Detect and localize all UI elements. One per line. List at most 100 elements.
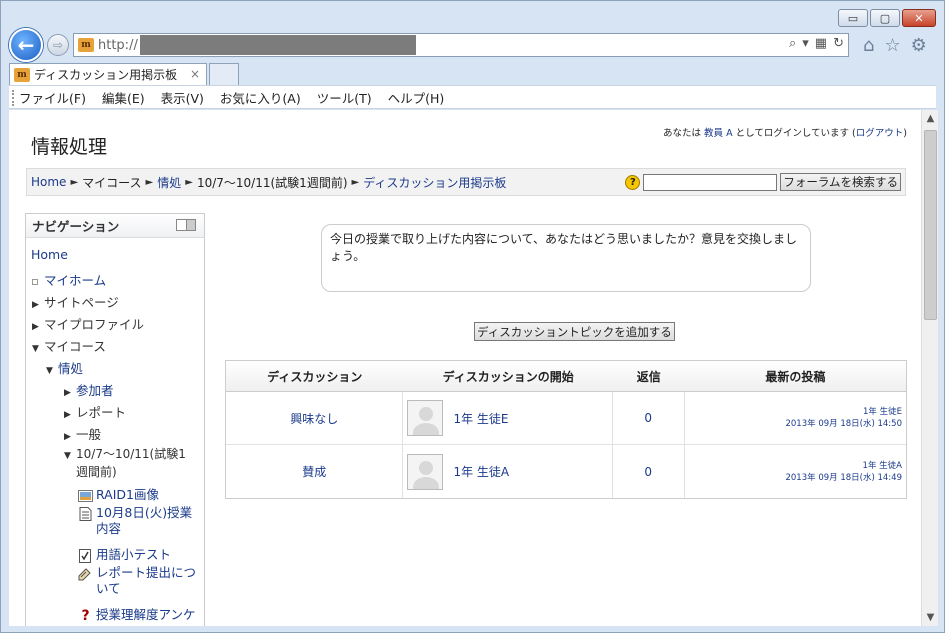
discussion-link[interactable]: 賛成 bbox=[226, 445, 404, 498]
menubar-grip bbox=[12, 90, 14, 106]
forward-arrow-icon: ⇨ bbox=[52, 38, 64, 52]
discussion-link[interactable]: 興味なし bbox=[226, 392, 404, 444]
forum-intro-line-1: 今日の授業で取り上げた内容について、あなたはどう思いましたか？意見を交換しまし bbox=[330, 232, 798, 246]
nav-course[interactable]: ▼ 情処 bbox=[46, 358, 83, 377]
search-icon[interactable]: ⌕ bbox=[789, 36, 796, 51]
breadcrumb-course[interactable]: 情処 bbox=[157, 174, 181, 191]
help-icon[interactable]: ? bbox=[625, 174, 641, 190]
compat-view-icon[interactable]: ▦ bbox=[815, 36, 827, 51]
collapse-triangle-icon: ▼ bbox=[32, 344, 39, 354]
nav-home[interactable]: Home bbox=[31, 247, 68, 262]
last-post-cell: 1年 生徒E 2013年 09月 18日(水) 14:50 bbox=[685, 392, 906, 444]
nav-my-home[interactable]: マイホーム bbox=[32, 270, 106, 289]
vertical-scrollbar[interactable]: ▲ ▼ bbox=[921, 110, 938, 626]
login-suffix: ) bbox=[903, 128, 907, 139]
document-icon bbox=[79, 506, 92, 521]
home-icon[interactable]: ⌂ bbox=[863, 35, 874, 56]
refresh-icon[interactable]: ↻ bbox=[833, 36, 844, 51]
nav-resource-raid[interactable]: RAID1画像 bbox=[78, 484, 159, 503]
replies-link[interactable]: 0 bbox=[613, 445, 685, 498]
menu-view[interactable]: 表示(V) bbox=[161, 88, 204, 107]
menu-file[interactable]: ファイル(F) bbox=[19, 88, 86, 107]
nav-resource-lecture-label-1: 10月8日(火)授業 bbox=[96, 505, 193, 520]
expand-triangle-icon: ▶ bbox=[64, 388, 71, 398]
close-window-button[interactable]: ✕ bbox=[902, 9, 936, 27]
expand-triangle-icon: ▶ bbox=[32, 322, 39, 332]
site-favicon-icon: m bbox=[78, 38, 94, 52]
breadcrumb-home[interactable]: Home bbox=[31, 175, 66, 189]
nav-reports[interactable]: ▶ レポート bbox=[64, 402, 126, 421]
window-controls: ▭ ▢ ✕ bbox=[838, 9, 936, 27]
author-link[interactable]: 1年 生徒E bbox=[453, 410, 508, 427]
logout-link[interactable]: ログアウト bbox=[856, 128, 904, 139]
breadcrumb-my-courses[interactable]: マイコース bbox=[82, 174, 141, 191]
dropdown-icon[interactable]: ▾ bbox=[802, 36, 809, 51]
breadcrumb-forum[interactable]: ディスカッション用掲示板 bbox=[363, 174, 506, 191]
tab-title: ディスカッション用掲示板 bbox=[34, 68, 178, 82]
nav-my-profile-label: マイプロファイル bbox=[44, 317, 145, 332]
menu-favorites[interactable]: お気に入り(A) bbox=[220, 88, 301, 107]
nav-resource-survey-label: 授業理解度アンケ bbox=[96, 607, 196, 622]
add-discussion-topic-button[interactable]: ディスカッショントピックを追加する bbox=[474, 322, 675, 341]
last-post-cell: 1年 生徒A 2013年 09月 18日(水) 14:49 bbox=[685, 445, 906, 498]
login-prefix: あなたは bbox=[663, 128, 705, 139]
forum-search-input[interactable] bbox=[643, 173, 778, 191]
tab-discussion-board[interactable]: m ディスカッション用掲示板 × bbox=[9, 63, 207, 85]
nav-site-pages[interactable]: ▶ サイトページ bbox=[32, 292, 119, 311]
browser-nav-row: ← ⇨ m http:// ⌕ ▾ ▦ ↻ ⌂ ☆ ⚙ bbox=[9, 28, 936, 62]
menu-edit[interactable]: 編集(E) bbox=[102, 88, 145, 107]
back-button[interactable]: ← bbox=[9, 28, 43, 62]
replies-link[interactable]: 0 bbox=[613, 392, 685, 444]
nav-resource-survey[interactable]: ? 授業理解度アンケ bbox=[78, 604, 196, 624]
nav-resource-raid-label: RAID1画像 bbox=[96, 487, 159, 502]
gear-icon[interactable]: ⚙ bbox=[911, 35, 927, 56]
breadcrumb-separator-icon: ► bbox=[145, 176, 154, 188]
table-row: 興味なし 1年 生徒E 0 1年 生徒E 2013年 09月 18日(水) 14… bbox=[226, 392, 906, 445]
menu-help[interactable]: ヘルプ(H) bbox=[388, 88, 445, 107]
nav-participants[interactable]: ▶ 参加者 bbox=[64, 380, 114, 399]
login-info: あなたは 教員 A としてログインしています (ログアウト) bbox=[663, 125, 907, 139]
menu-bar: ファイル(F) 編集(E) 表示(V) お気に入り(A) ツール(T) ヘルプ(… bbox=[9, 85, 936, 109]
table-row: 賛成 1年 生徒A 0 1年 生徒A 2013年 09月 18日(水) 14:4… bbox=[226, 445, 906, 498]
last-post-date[interactable]: 2013年 09月 18日(水) 14:49 bbox=[785, 472, 902, 484]
table-header: ディスカッション ディスカッションの開始 返信 最新の投稿 bbox=[226, 361, 906, 392]
nav-resource-quiz[interactable]: 用語小テスト bbox=[78, 544, 171, 563]
minimize-button[interactable]: ▭ bbox=[838, 9, 868, 27]
assignment-icon bbox=[78, 567, 91, 580]
avatar[interactable] bbox=[407, 453, 444, 490]
nav-my-courses[interactable]: ▼ マイコース bbox=[32, 336, 106, 355]
maximize-button[interactable]: ▢ bbox=[870, 9, 900, 27]
last-post-author[interactable]: 1年 生徒A bbox=[863, 460, 902, 472]
user-link[interactable]: 教員 A bbox=[704, 128, 733, 139]
nav-week[interactable]: ▼ 10/7～10/11(試験1 週間前) bbox=[64, 446, 186, 480]
breadcrumb-week[interactable]: 10/7～10/11(試験1週間前) bbox=[197, 174, 348, 191]
last-post-author[interactable]: 1年 生徒E bbox=[863, 406, 902, 418]
question-mark-icon: ? bbox=[81, 607, 90, 624]
menu-tools[interactable]: ツール(T) bbox=[317, 88, 372, 107]
forward-button[interactable]: ⇨ bbox=[47, 34, 69, 56]
avatar[interactable] bbox=[407, 400, 444, 436]
header-last-post: 最新の投稿 bbox=[765, 369, 826, 384]
expand-triangle-icon: ▶ bbox=[64, 432, 71, 442]
nav-resource-assignment[interactable]: レポート提出につ いて bbox=[78, 565, 196, 597]
scrollbar-thumb[interactable] bbox=[924, 130, 937, 320]
author-link[interactable]: 1年 生徒A bbox=[453, 463, 509, 480]
nav-my-profile[interactable]: ▶ マイプロファイル bbox=[32, 314, 144, 333]
navigation-title: ナビゲーション bbox=[32, 219, 120, 234]
nav-general[interactable]: ▶ 一般 bbox=[64, 424, 101, 443]
page-viewport: 情報処理 あなたは 教員 A としてログインしています (ログアウト) Home… bbox=[9, 110, 921, 626]
nav-resource-quiz-label: 用語小テスト bbox=[96, 547, 172, 562]
favorites-star-icon[interactable]: ☆ bbox=[884, 35, 900, 56]
nav-my-courses-label: マイコース bbox=[44, 339, 106, 354]
nav-course-label: 情処 bbox=[58, 361, 84, 376]
scroll-down-arrow-icon[interactable]: ▼ bbox=[922, 609, 939, 626]
new-tab-button[interactable] bbox=[209, 63, 239, 85]
nav-resource-lecture[interactable]: 10月8日(火)授業 内容 bbox=[78, 505, 192, 537]
tab-close-icon[interactable]: × bbox=[190, 67, 200, 81]
dock-block-icon[interactable] bbox=[176, 219, 196, 231]
address-bar[interactable]: m http:// ⌕ ▾ ▦ ↻ bbox=[73, 33, 849, 57]
forum-search-button[interactable]: フォーラムを検索する bbox=[780, 173, 901, 191]
navigation-header: ナビゲーション bbox=[26, 214, 204, 238]
last-post-date[interactable]: 2013年 09月 18日(水) 14:50 bbox=[785, 418, 902, 430]
scroll-up-arrow-icon[interactable]: ▲ bbox=[922, 110, 939, 127]
